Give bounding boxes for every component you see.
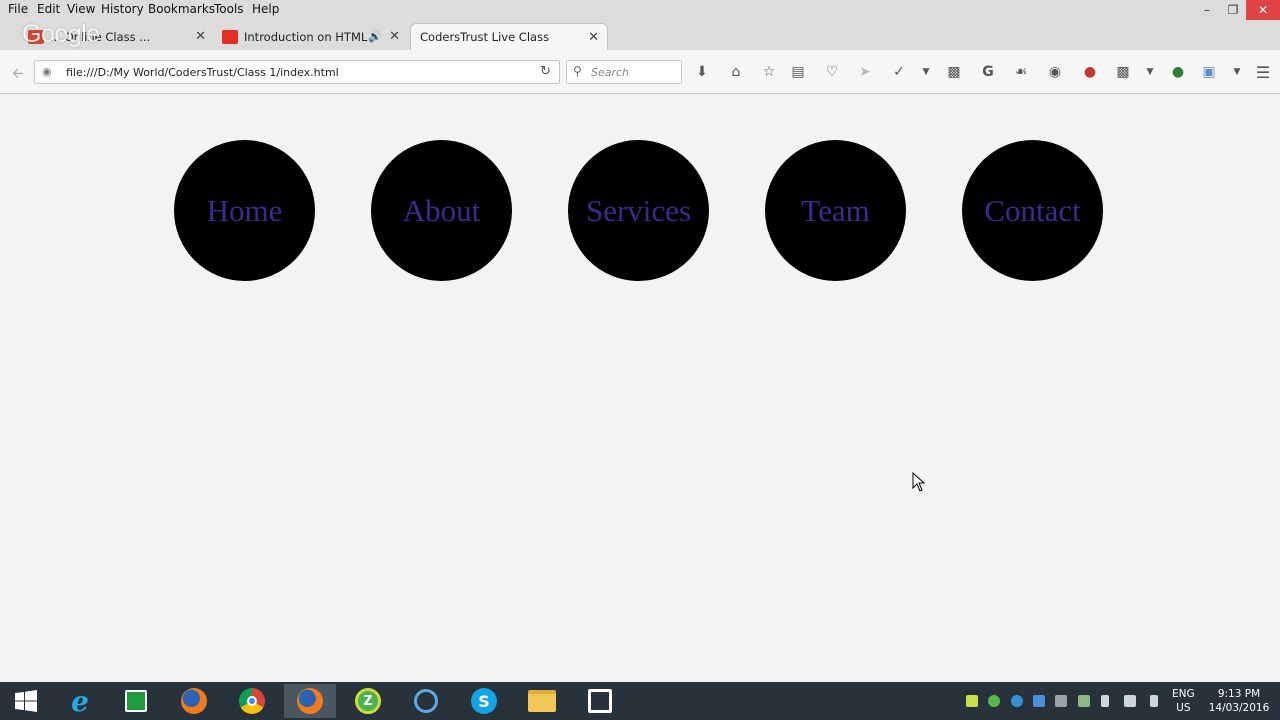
close-window-button[interactable]: ✕ [1246,0,1280,20]
screen-capture-icon[interactable]: ▣ [1200,64,1218,80]
nav-services-link[interactable]: Services [568,140,709,281]
tray-zune-icon[interactable] [988,695,1000,707]
skype-icon[interactable]: S [458,684,510,718]
search-placeholder: Search [591,66,630,79]
cortana-icon[interactable] [400,684,452,718]
dropdown-arrow-icon[interactable]: ▼ [1228,64,1246,80]
volume-icon[interactable] [1101,695,1109,707]
nav-label: Contact [984,192,1081,228]
address-bar[interactable]: ◉ file:///D:/My World/CodersTrust/Class … [34,60,560,84]
nav-team-link[interactable]: Team [765,140,906,281]
web-page: Home About Services Team Contact [0,94,1280,682]
tab-strip: ... Online Class ... ✕ Introduction on H… [0,20,1280,66]
speaker-icon[interactable]: 🔊 [368,30,382,43]
close-tab-icon[interactable]: ✕ [195,29,206,44]
windows-start-icon[interactable] [0,684,52,718]
tab-online-class[interactable]: ... Online Class ... ✕ [22,23,214,50]
browser-chrome: File Edit View History Bookmarks Tools H… [0,0,1280,117]
app-icon[interactable] [574,684,626,718]
clock-time: 9:13 PM [1217,688,1261,700]
menu-file[interactable]: File [8,2,28,16]
chat-icon[interactable]: ◉ [1046,64,1064,80]
navigation-toolbar: 🡨 ◉ file:///D:/My World/CodersTrust/Clas… [0,50,1280,117]
tab-title: Introduction on HTML... [244,29,368,44]
menu-help[interactable]: Help [252,2,279,16]
pocket-icon[interactable]: ♡ [823,64,841,80]
bookmarks-list-icon[interactable]: ▤ [789,64,807,80]
menu-view[interactable]: View [67,2,95,16]
zune-icon[interactable]: Z [342,684,394,718]
menu-bar: File Edit View History Bookmarks Tools H… [0,0,1280,20]
tray-notes-icon[interactable] [966,695,978,707]
system-clock[interactable]: 9:13 PM 14/03/2016 [1208,687,1270,715]
gmail-icon [28,29,44,44]
tab-coderstrust-live-class[interactable]: CodersTrust Live Class ✕ [410,23,608,50]
internet-explorer-icon[interactable]: e [54,684,106,718]
windows-taskbar: e Z S ENG US 9:13 PM 14/03/2016 [0,682,1280,720]
downloads-icon[interactable]: ⬇ [693,64,711,80]
close-tab-icon[interactable]: ✕ [588,30,599,45]
tray-network-icon[interactable] [1033,695,1045,707]
network-icon[interactable] [1124,695,1136,707]
nav-label: About [402,192,481,228]
menu-edit[interactable]: Edit [37,2,60,16]
menu-tools[interactable]: Tools [214,2,244,16]
extension-icon[interactable]: ✓ [890,64,908,80]
grammarly-icon[interactable]: G [979,64,997,80]
tab-title: CodersTrust Live Class [420,30,550,44]
region-code: US [1176,702,1191,714]
nav-label: Home [206,192,283,228]
pin-icon[interactable]: ☙ [1012,64,1030,80]
hamburger-menu-icon[interactable]: ☰ [1254,63,1272,82]
firefox-icon[interactable] [284,684,336,718]
youtube-icon [222,29,238,44]
nav-label: Services [585,192,692,228]
dropdown-arrow-icon[interactable]: ▼ [917,64,935,80]
send-icon[interactable]: ➤ [856,64,874,80]
search-icon: ⚲ [573,64,582,78]
download-manager-icon[interactable]: ▩ [945,64,963,80]
tray-tools-icon[interactable] [1055,695,1067,707]
chrome-icon[interactable] [226,684,278,718]
tab-title: ... Online Class ... [50,29,151,44]
nav-contact-link[interactable]: Contact [962,140,1103,281]
search-input[interactable]: ⚲ Search [566,60,682,84]
back-arrow-icon[interactable]: 🡨 [12,63,23,87]
tab-introduction-html[interactable]: Introduction on HTML... 🔊 ✕ [216,23,408,50]
site-identity-icon[interactable]: ◉ [42,65,52,78]
dropdown-arrow-icon[interactable]: ▼ [1141,64,1159,80]
window-controls: – ❐ ✕ [1194,0,1280,20]
menu-history[interactable]: History [101,2,144,16]
language-indicator[interactable]: ENG US [1172,687,1195,715]
close-tab-icon[interactable]: ✕ [389,29,400,44]
addon-icon[interactable]: ● [1081,64,1099,80]
battery-icon[interactable] [1150,695,1158,707]
file-explorer-icon[interactable] [516,684,568,718]
nav-label: Team [801,192,870,228]
nav-home-link[interactable]: Home [174,140,315,281]
minimize-button[interactable]: – [1194,0,1220,20]
record-icon[interactable]: ● [1169,64,1187,80]
nav-about-link[interactable]: About [371,140,512,281]
clipboard-icon[interactable]: ▩ [1114,64,1132,80]
menu-bookmarks[interactable]: Bookmarks [148,2,215,16]
mouse-cursor-icon [912,472,926,492]
clock-date: 14/03/2016 [1208,702,1270,714]
home-icon[interactable]: ⌂ [727,64,745,80]
firefox-icon[interactable] [168,684,220,718]
url-text: file:///D:/My World/CodersTrust/Class 1/… [66,66,339,79]
store-icon[interactable] [110,684,162,718]
restore-button[interactable]: ❐ [1220,0,1246,20]
tray-sync-icon[interactable] [1078,695,1090,707]
tray-info-icon[interactable] [1011,695,1023,707]
bookmark-star-icon[interactable]: ☆ [760,64,778,80]
language-code: ENG [1172,688,1195,700]
reload-icon[interactable]: ↻ [540,64,551,79]
